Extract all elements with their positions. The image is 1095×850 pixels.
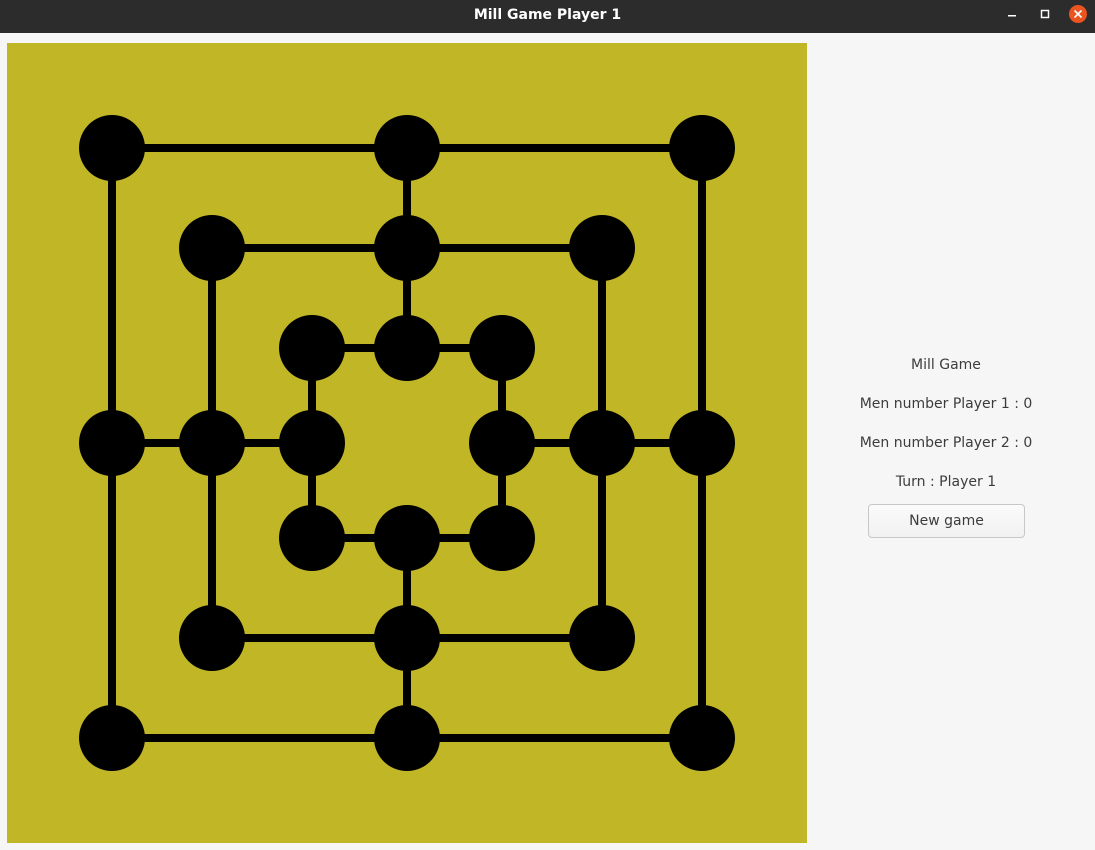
- game-title: Mill Game: [911, 357, 981, 373]
- board-point[interactable]: [569, 605, 635, 671]
- board-point[interactable]: [279, 505, 345, 571]
- side-panel: Mill Game Men number Player 1 : 0 Men nu…: [807, 33, 1095, 850]
- game-board: [7, 43, 807, 843]
- board-point[interactable]: [669, 705, 735, 771]
- board-point[interactable]: [374, 315, 440, 381]
- close-icon: [1069, 5, 1087, 23]
- maximize-button[interactable]: [1033, 3, 1057, 27]
- board-point[interactable]: [569, 410, 635, 476]
- board-point[interactable]: [374, 705, 440, 771]
- board-point[interactable]: [279, 410, 345, 476]
- window-title: Mill Game Player 1: [473, 7, 622, 23]
- board-point[interactable]: [469, 315, 535, 381]
- maximize-icon: [1040, 9, 1050, 19]
- board-point[interactable]: [79, 115, 145, 181]
- minimize-button[interactable]: [1000, 3, 1024, 27]
- app-window: Mill Game Player 1 Mill Game Men number …: [0, 0, 1095, 850]
- board-point[interactable]: [279, 315, 345, 381]
- board-point[interactable]: [569, 215, 635, 281]
- title-bar: Mill Game Player 1: [0, 0, 1095, 33]
- men-count-player1: Men number Player 1 : 0: [859, 396, 1033, 412]
- board-point[interactable]: [669, 410, 735, 476]
- board-point[interactable]: [374, 115, 440, 181]
- board-point[interactable]: [374, 505, 440, 571]
- turn-indicator: Turn : Player 1: [895, 474, 997, 490]
- board-point[interactable]: [669, 115, 735, 181]
- new-game-button[interactable]: New game: [868, 504, 1025, 538]
- mill-board: [7, 43, 807, 843]
- board-point[interactable]: [179, 605, 245, 671]
- board-point[interactable]: [179, 215, 245, 281]
- close-button[interactable]: [1066, 3, 1090, 27]
- board-point[interactable]: [179, 410, 245, 476]
- board-point[interactable]: [79, 410, 145, 476]
- board-point[interactable]: [374, 215, 440, 281]
- board-point[interactable]: [469, 410, 535, 476]
- men-count-player2: Men number Player 2 : 0: [859, 435, 1033, 451]
- minimize-icon: [1008, 15, 1016, 17]
- board-point[interactable]: [79, 705, 145, 771]
- board-point[interactable]: [469, 505, 535, 571]
- board-point[interactable]: [374, 605, 440, 671]
